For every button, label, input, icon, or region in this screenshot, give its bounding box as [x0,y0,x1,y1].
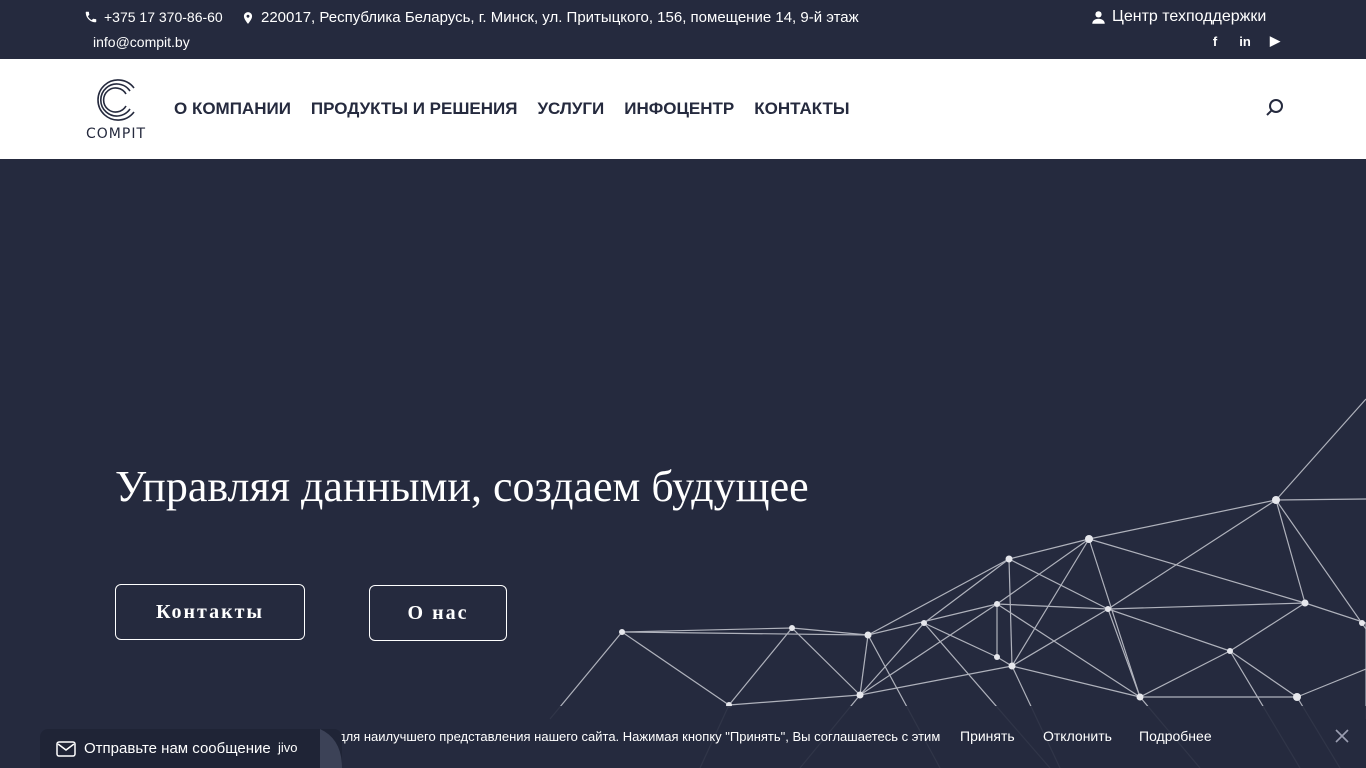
support-text: Центр техподдержки [1112,8,1267,25]
logo-text: COMPIT [86,126,146,142]
cookie-close-button[interactable] [1334,728,1350,744]
hero-title: Управляя данными, создаем будущее [115,462,809,511]
nav-item-products[interactable]: ПРОДУКТЫ И РЕШЕНИЯ [311,99,518,119]
search-icon [1266,99,1283,116]
email-link[interactable]: info@compit.by [93,34,190,50]
nav-item-contacts[interactable]: КОНТАКТЫ [754,99,849,119]
phone-icon [85,11,97,23]
hero-section: Управляя данными, создаем будущее Контак… [0,159,1366,768]
top-bar: +375 17 370-86-60 220017, Республика Бел… [0,0,1366,59]
email-text: info@compit.by [93,34,190,50]
user-icon [1092,10,1105,24]
logo-mark-icon [97,79,135,121]
chat-widget-button[interactable]: Отправьте нам сообщение jivo [40,729,342,768]
facebook-icon[interactable]: f [1200,32,1230,50]
jivo-logo: jivo [278,740,298,755]
youtube-icon[interactable]: ▶ [1260,32,1290,50]
chat-widget-label: Отправьте нам сообщение [84,740,271,757]
about-button[interactable]: О нас [369,585,507,641]
search-button[interactable] [1264,97,1286,119]
social-links: f in ▶ [1200,32,1290,50]
address-link[interactable]: 220017, Республика Беларусь, г. Минск, у… [241,9,859,26]
mail-icon [56,740,76,757]
support-link[interactable]: Центр техподдержки [1091,8,1266,26]
nav-item-services[interactable]: УСЛУГИ [537,99,604,119]
linkedin-icon[interactable]: in [1230,32,1260,50]
address-text: 220017, Республика Беларусь, г. Минск, у… [261,9,859,26]
contacts-button[interactable]: Контакты [115,584,305,640]
cookie-decline-button[interactable]: Отклонить [1043,728,1112,744]
close-icon [1335,729,1349,743]
phone-link[interactable]: +375 17 370-86-60 [84,9,223,25]
cookie-text: для наилучшего представления нашего сайт… [338,729,941,744]
logo[interactable]: COMPIT [82,76,152,146]
location-pin-icon [243,11,253,24]
nav-item-infocenter[interactable]: ИНФОЦЕНТР [624,99,734,119]
cookie-more-button[interactable]: Подробнее [1139,728,1212,744]
phone-text: +375 17 370-86-60 [104,9,223,25]
leaf-icon [320,729,342,768]
nav-item-about[interactable]: О КОМПАНИИ [174,99,291,119]
site-header: COMPIT О КОМПАНИИ ПРОДУКТЫ И РЕШЕНИЯ УСЛ… [0,59,1366,159]
cookie-accept-button[interactable]: Принять [960,728,1015,744]
main-nav: О КОМПАНИИ ПРОДУКТЫ И РЕШЕНИЯ УСЛУГИ ИНФ… [174,99,850,119]
